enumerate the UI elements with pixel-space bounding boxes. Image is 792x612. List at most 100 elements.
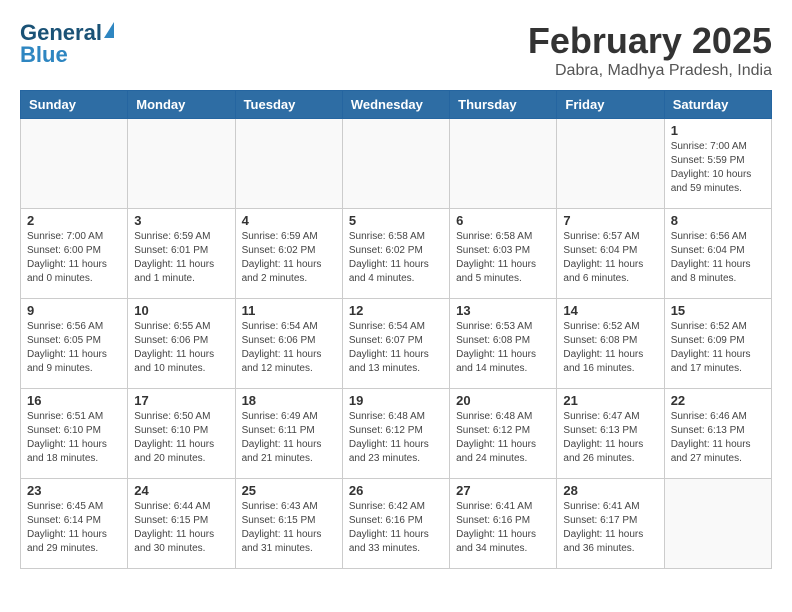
day-number: 26	[349, 483, 443, 498]
day-info: Sunrise: 6:59 AM Sunset: 6:02 PM Dayligh…	[242, 230, 336, 286]
day-number: 19	[349, 393, 443, 408]
day-info: Sunrise: 6:48 AM Sunset: 6:12 PM Dayligh…	[349, 410, 443, 466]
day-number: 23	[27, 483, 121, 498]
calendar-cell: 4 Sunrise: 6:59 AM Sunset: 6:02 PM Daylig…	[235, 209, 342, 299]
calendar-cell: 27 Sunrise: 6:41 AM Sunset: 6:16 PM Dayli…	[450, 479, 557, 569]
calendar-cell: 22 Sunrise: 6:46 AM Sunset: 6:13 PM Dayli…	[664, 389, 771, 479]
day-number: 13	[456, 303, 550, 318]
calendar-cell: 15 Sunrise: 6:52 AM Sunset: 6:09 PM Dayli…	[664, 299, 771, 389]
calendar-cell: 21 Sunrise: 6:47 AM Sunset: 6:13 PM Dayli…	[557, 389, 664, 479]
day-number: 7	[563, 213, 657, 228]
page-header: General Blue February 2025 Dabra, Madhya…	[20, 20, 772, 80]
day-number: 4	[242, 213, 336, 228]
calendar-cell: 28 Sunrise: 6:41 AM Sunset: 6:17 PM Dayli…	[557, 479, 664, 569]
day-info: Sunrise: 6:41 AM Sunset: 6:16 PM Dayligh…	[456, 500, 550, 556]
day-number: 16	[27, 393, 121, 408]
calendar-week-1: 2 Sunrise: 7:00 AM Sunset: 6:00 PM Daylig…	[21, 209, 772, 299]
day-number: 8	[671, 213, 765, 228]
day-info: Sunrise: 6:41 AM Sunset: 6:17 PM Dayligh…	[563, 500, 657, 556]
calendar-cell: 26 Sunrise: 6:42 AM Sunset: 6:16 PM Dayli…	[342, 479, 449, 569]
calendar-cell: 12 Sunrise: 6:54 AM Sunset: 6:07 PM Dayli…	[342, 299, 449, 389]
calendar-cell: 20 Sunrise: 6:48 AM Sunset: 6:12 PM Dayli…	[450, 389, 557, 479]
calendar-cell: 1Sunrise: 7:00 AM Sunset: 5:59 PM Daylig…	[664, 119, 771, 209]
calendar-table: SundayMondayTuesdayWednesdayThursdayFrid…	[20, 90, 772, 569]
day-number: 11	[242, 303, 336, 318]
calendar-cell	[557, 119, 664, 209]
calendar-cell	[664, 479, 771, 569]
day-number: 17	[134, 393, 228, 408]
day-info: Sunrise: 6:53 AM Sunset: 6:08 PM Dayligh…	[456, 320, 550, 376]
subtitle: Dabra, Madhya Pradesh, India	[528, 62, 772, 80]
calendar-cell: 10Sunrise: 6:55 AM Sunset: 6:06 PM Dayli…	[128, 299, 235, 389]
day-number: 18	[242, 393, 336, 408]
day-number: 21	[563, 393, 657, 408]
calendar-cell: 16 Sunrise: 6:51 AM Sunset: 6:10 PM Dayli…	[21, 389, 128, 479]
day-number: 3	[134, 213, 228, 228]
day-info: Sunrise: 6:59 AM Sunset: 6:01 PM Dayligh…	[134, 230, 228, 286]
day-info: Sunrise: 6:50 AM Sunset: 6:10 PM Dayligh…	[134, 410, 228, 466]
calendar-cell: 18 Sunrise: 6:49 AM Sunset: 6:11 PM Dayli…	[235, 389, 342, 479]
day-info: Sunrise: 6:57 AM Sunset: 6:04 PM Dayligh…	[563, 230, 657, 286]
calendar-header-monday: Monday	[128, 91, 235, 119]
day-number: 6	[456, 213, 550, 228]
calendar-cell: 3 Sunrise: 6:59 AM Sunset: 6:01 PM Daylig…	[128, 209, 235, 299]
day-info: Sunrise: 6:49 AM Sunset: 6:11 PM Dayligh…	[242, 410, 336, 466]
day-number: 2	[27, 213, 121, 228]
day-info: Sunrise: 6:45 AM Sunset: 6:14 PM Dayligh…	[27, 500, 121, 556]
day-info: Sunrise: 6:51 AM Sunset: 6:10 PM Dayligh…	[27, 410, 121, 466]
calendar-cell: 14 Sunrise: 6:52 AM Sunset: 6:08 PM Dayli…	[557, 299, 664, 389]
calendar-cell	[128, 119, 235, 209]
day-info: Sunrise: 6:43 AM Sunset: 6:15 PM Dayligh…	[242, 500, 336, 556]
logo: General Blue	[20, 20, 114, 68]
day-info: Sunrise: 6:54 AM Sunset: 6:07 PM Dayligh…	[349, 320, 443, 376]
calendar-cell	[342, 119, 449, 209]
logo-arrow-icon	[104, 22, 114, 38]
day-number: 14	[563, 303, 657, 318]
calendar-cell: 9 Sunrise: 6:56 AM Sunset: 6:05 PM Daylig…	[21, 299, 128, 389]
calendar-header-thursday: Thursday	[450, 91, 557, 119]
calendar-cell: 24Sunrise: 6:44 AM Sunset: 6:15 PM Dayli…	[128, 479, 235, 569]
calendar-cell: 23 Sunrise: 6:45 AM Sunset: 6:14 PM Dayli…	[21, 479, 128, 569]
day-info: Sunrise: 6:54 AM Sunset: 6:06 PM Dayligh…	[242, 320, 336, 376]
day-info: Sunrise: 6:56 AM Sunset: 6:04 PM Dayligh…	[671, 230, 765, 286]
day-info: Sunrise: 6:56 AM Sunset: 6:05 PM Dayligh…	[27, 320, 121, 376]
day-number: 15	[671, 303, 765, 318]
day-number: 27	[456, 483, 550, 498]
calendar-cell: 6 Sunrise: 6:58 AM Sunset: 6:03 PM Daylig…	[450, 209, 557, 299]
day-info: Sunrise: 6:42 AM Sunset: 6:16 PM Dayligh…	[349, 500, 443, 556]
calendar-cell: 5Sunrise: 6:58 AM Sunset: 6:02 PM Daylig…	[342, 209, 449, 299]
day-number: 1	[671, 123, 765, 138]
day-number: 28	[563, 483, 657, 498]
day-number: 22	[671, 393, 765, 408]
calendar-cell: 2 Sunrise: 7:00 AM Sunset: 6:00 PM Daylig…	[21, 209, 128, 299]
day-number: 20	[456, 393, 550, 408]
calendar-header-saturday: Saturday	[664, 91, 771, 119]
day-number: 12	[349, 303, 443, 318]
day-info: Sunrise: 6:58 AM Sunset: 6:02 PM Dayligh…	[349, 230, 443, 286]
title-section: February 2025 Dabra, Madhya Pradesh, Ind…	[528, 20, 772, 80]
day-number: 25	[242, 483, 336, 498]
calendar-cell: 11 Sunrise: 6:54 AM Sunset: 6:06 PM Dayli…	[235, 299, 342, 389]
day-number: 9	[27, 303, 121, 318]
day-number: 10	[134, 303, 228, 318]
day-info: Sunrise: 6:52 AM Sunset: 6:09 PM Dayligh…	[671, 320, 765, 376]
calendar-cell: 8 Sunrise: 6:56 AM Sunset: 6:04 PM Daylig…	[664, 209, 771, 299]
calendar-cell	[235, 119, 342, 209]
calendar-header-friday: Friday	[557, 91, 664, 119]
calendar-cell: 7 Sunrise: 6:57 AM Sunset: 6:04 PM Daylig…	[557, 209, 664, 299]
calendar-week-0: 1Sunrise: 7:00 AM Sunset: 5:59 PM Daylig…	[21, 119, 772, 209]
calendar-week-4: 23 Sunrise: 6:45 AM Sunset: 6:14 PM Dayli…	[21, 479, 772, 569]
calendar-cell: 17 Sunrise: 6:50 AM Sunset: 6:10 PM Dayli…	[128, 389, 235, 479]
day-info: Sunrise: 6:46 AM Sunset: 6:13 PM Dayligh…	[671, 410, 765, 466]
day-info: Sunrise: 6:52 AM Sunset: 6:08 PM Dayligh…	[563, 320, 657, 376]
calendar-cell: 19 Sunrise: 6:48 AM Sunset: 6:12 PM Dayli…	[342, 389, 449, 479]
day-info: Sunrise: 6:48 AM Sunset: 6:12 PM Dayligh…	[456, 410, 550, 466]
calendar-cell: 13 Sunrise: 6:53 AM Sunset: 6:08 PM Dayli…	[450, 299, 557, 389]
day-info: Sunrise: 7:00 AM Sunset: 6:00 PM Dayligh…	[27, 230, 121, 286]
calendar-cell: 25 Sunrise: 6:43 AM Sunset: 6:15 PM Dayli…	[235, 479, 342, 569]
calendar-week-3: 16 Sunrise: 6:51 AM Sunset: 6:10 PM Dayli…	[21, 389, 772, 479]
calendar-header-wednesday: Wednesday	[342, 91, 449, 119]
day-info: Sunrise: 6:58 AM Sunset: 6:03 PM Dayligh…	[456, 230, 550, 286]
calendar-cell	[21, 119, 128, 209]
day-info: Sunrise: 6:47 AM Sunset: 6:13 PM Dayligh…	[563, 410, 657, 466]
